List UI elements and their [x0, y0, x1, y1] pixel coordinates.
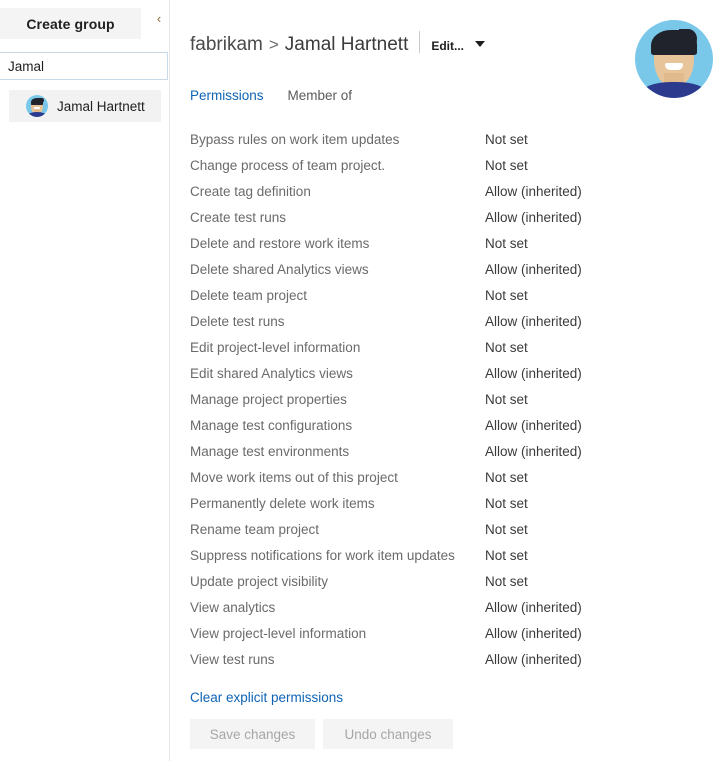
permission-value[interactable]: Allow (inherited)	[485, 314, 582, 329]
permission-value[interactable]: Not set	[485, 236, 528, 251]
search-input[interactable]	[0, 52, 168, 80]
avatar	[26, 95, 48, 117]
permission-label: View analytics	[190, 599, 276, 615]
permission-label: Edit project-level information	[190, 339, 361, 355]
identity-name: Jamal Hartnett	[57, 98, 145, 114]
table-row: Change process of team project. Not set	[190, 152, 690, 178]
permission-label: View project-level information	[190, 625, 367, 641]
permission-label: Change process of team project.	[190, 157, 386, 173]
table-row: View test runs Allow (inherited)	[190, 646, 690, 672]
permission-value[interactable]: Allow (inherited)	[485, 262, 582, 277]
edit-dropdown-button[interactable]: Edit...	[431, 39, 486, 53]
permission-label: Delete test runs	[190, 313, 285, 329]
table-row: View project-level information Allow (inh…	[190, 620, 690, 646]
permission-label: Delete team project	[190, 287, 308, 303]
permission-label: Rename team project	[190, 521, 320, 537]
permission-value[interactable]: Not set	[485, 392, 528, 407]
table-row: Delete shared Analytics views Allow (inhe…	[190, 256, 690, 282]
permission-label: Bypass rules on work item updates	[190, 131, 400, 147]
edit-dropdown-label: Edit...	[431, 39, 465, 53]
permission-value[interactable]: Not set	[485, 574, 528, 589]
table-row: Bypass rules on work item updates Not set	[190, 126, 690, 152]
chevron-left-icon[interactable]: ‹	[151, 10, 167, 28]
permission-value[interactable]: Allow (inherited)	[485, 418, 582, 433]
table-row: Manage project properties Not set	[190, 386, 690, 412]
permission-label: Delete and restore work items	[190, 235, 370, 251]
permission-label: Suppress notifications for work item upd…	[190, 547, 455, 563]
permission-label: Manage project properties	[190, 391, 347, 407]
table-row: Suppress notifications for work item upd…	[190, 542, 690, 568]
table-row: Manage test configurations Allow (inherit…	[190, 412, 690, 438]
permission-label: Create tag definition	[190, 183, 311, 199]
permission-value[interactable]: Not set	[485, 496, 528, 511]
table-row: Rename team project Not set	[190, 516, 690, 542]
permission-label: Update project visibility	[190, 573, 329, 589]
permission-label: Manage test environments	[190, 443, 350, 459]
undo-changes-button[interactable]: Undo changes	[323, 719, 453, 749]
table-row: Update project visibility Not set	[190, 568, 690, 594]
permission-value[interactable]: Allow (inherited)	[485, 444, 582, 459]
table-row: Edit project-level information Not set	[190, 334, 690, 360]
permission-value[interactable]: Not set	[485, 522, 528, 537]
permission-value[interactable]: Not set	[485, 288, 528, 303]
clear-explicit-permissions-link[interactable]: Clear explicit permissions	[190, 690, 343, 705]
permission-label: Move work items out of this project	[190, 469, 398, 485]
tab-permissions[interactable]: Permissions	[190, 88, 264, 103]
permission-value[interactable]: Not set	[485, 340, 528, 355]
security-permissions-page: Create group ‹ Jamal Hartnett fabrikam >	[0, 0, 724, 761]
permission-label: View test runs	[190, 651, 275, 667]
permission-value[interactable]: Allow (inherited)	[485, 366, 582, 381]
permission-label: Create test runs	[190, 209, 287, 225]
permission-value[interactable]: Not set	[485, 548, 528, 563]
table-row: Permanently delete work items Not set	[190, 490, 690, 516]
breadcrumb: fabrikam > Jamal Hartnett Edit...	[190, 28, 486, 56]
table-row: Create tag definition Allow (inherited)	[190, 178, 690, 204]
avatar-large	[635, 20, 713, 98]
breadcrumb-org[interactable]: fabrikam	[190, 34, 263, 56]
table-row: Delete and restore work items Not set	[190, 230, 690, 256]
table-row: Delete team project Not set	[190, 282, 690, 308]
permissions-table: Bypass rules on work item updates Not set…	[190, 126, 690, 672]
table-row: Manage test environments Allow (inherited…	[190, 438, 690, 464]
table-row: View analytics Allow (inherited)	[190, 594, 690, 620]
table-row: Move work items out of this project Not s…	[190, 464, 690, 490]
table-row: Delete test runs Allow (inherited)	[190, 308, 690, 334]
save-changes-button[interactable]: Save changes	[190, 719, 315, 749]
tab-member-of[interactable]: Member of	[288, 88, 353, 103]
permission-value[interactable]: Not set	[485, 470, 528, 485]
create-group-button[interactable]: Create group	[0, 8, 141, 39]
permission-label: Manage test configurations	[190, 417, 353, 433]
breadcrumb-identity: Jamal Hartnett	[284, 34, 409, 55]
footer-button-group: Save changes Undo changes	[190, 719, 453, 749]
permission-value[interactable]: Allow (inherited)	[485, 652, 582, 667]
tab-bar: Permissions Member of	[190, 88, 376, 103]
identity-list: Jamal Hartnett	[0, 90, 170, 122]
permission-label: Permanently delete work items	[190, 495, 375, 511]
permission-value[interactable]: Allow (inherited)	[485, 626, 582, 641]
permission-label: Delete shared Analytics views	[190, 261, 369, 277]
permission-label: Edit shared Analytics views	[190, 365, 353, 381]
list-item[interactable]: Jamal Hartnett	[9, 90, 161, 122]
breadcrumb-separator: >	[268, 35, 279, 54]
table-row: Create test runs Allow (inherited)	[190, 204, 690, 230]
identity-sidebar: Create group ‹ Jamal Hartnett	[0, 0, 170, 761]
permission-value[interactable]: Allow (inherited)	[485, 210, 582, 225]
permission-value[interactable]: Allow (inherited)	[485, 600, 582, 615]
table-row: Edit shared Analytics views Allow (inheri…	[190, 360, 690, 386]
permission-value[interactable]: Allow (inherited)	[485, 184, 582, 199]
permission-value[interactable]: Not set	[485, 132, 528, 147]
divider	[419, 31, 421, 53]
main-content: fabrikam > Jamal Hartnett Edit... Permis…	[170, 0, 724, 761]
chevron-down-icon	[475, 41, 486, 47]
permission-value[interactable]: Not set	[485, 158, 528, 173]
